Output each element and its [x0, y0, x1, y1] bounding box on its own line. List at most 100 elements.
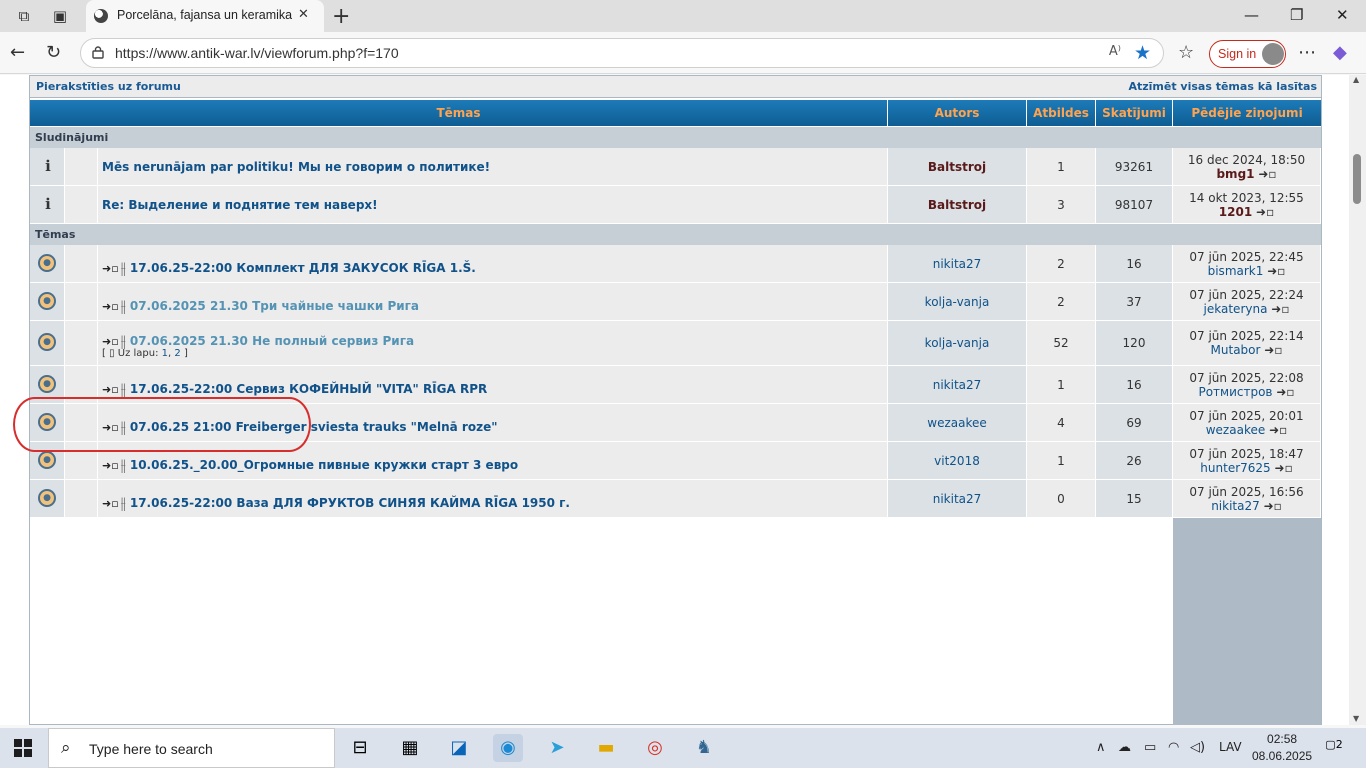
favorites-icon[interactable]: ☆	[1178, 43, 1194, 63]
last-post-date: 07 jūn 2025, 22:08	[1189, 371, 1304, 385]
notification-count: 2	[1335, 738, 1343, 751]
wifi-icon[interactable]: ◠	[1168, 740, 1179, 755]
last-post-date: 07 jūn 2025, 18:47	[1189, 447, 1304, 461]
page-scrollbar[interactable]: ▲ ▼	[1349, 75, 1366, 725]
refresh-icon[interactable]: ↻	[46, 43, 61, 63]
goto-last-post-icon[interactable]: ➜▫	[1264, 343, 1282, 357]
last-post-user[interactable]: Ротмистров	[1198, 385, 1272, 399]
attachment-icon: ⫲	[120, 493, 126, 512]
last-post-user[interactable]: nikita27	[1211, 499, 1260, 513]
clock[interactable]: 02:58 08.06.2025	[1252, 731, 1312, 765]
page-link[interactable]: 2	[174, 348, 180, 359]
back-icon[interactable]: ←	[10, 43, 25, 63]
favorite-star-icon[interactable]: ★	[1134, 42, 1151, 64]
author-link[interactable]: nikita27	[933, 257, 982, 271]
close-tab-icon[interactable]: ✕	[298, 7, 309, 22]
views-count: 93261	[1114, 159, 1154, 174]
new-tab-icon[interactable]: +	[332, 4, 350, 29]
author-link[interactable]: wezaakee	[927, 416, 987, 430]
last-post-user[interactable]: 1201	[1219, 205, 1252, 219]
goto-last-post-icon[interactable]: ➜▫	[1258, 167, 1276, 181]
copilot-icon[interactable]: ◆	[1333, 43, 1347, 63]
browser-tab[interactable]: Porcelāna, fajansa un keramikas iz ✕	[86, 0, 324, 32]
goto-last-post-icon[interactable]: ➜▫	[1264, 499, 1282, 513]
topic-folder-icon: ●	[38, 333, 56, 351]
topic-title-link[interactable]: 17.06.25-22:00 Сервиз КОФЕЙНЫЙ "VITA" RĪ…	[130, 382, 487, 396]
new-post-icon[interactable]: ➜▫	[102, 497, 119, 510]
scroll-down-icon[interactable]: ▼	[1353, 714, 1359, 723]
author-link[interactable]: kolja-vanja	[925, 295, 990, 309]
tab-actions-icon[interactable]: ▣	[50, 6, 70, 26]
file-explorer-icon[interactable]: ▬	[591, 734, 621, 762]
topic-title-link[interactable]: Re: Выделение и поднятие тем наверх!	[102, 198, 378, 212]
scroll-up-icon[interactable]: ▲	[1353, 75, 1359, 84]
outlook-icon[interactable]: ◪	[444, 734, 474, 762]
last-post-date: 07 jūn 2025, 22:45	[1189, 250, 1304, 264]
topic-title-link[interactable]: 07.06.2025 21.30 Три чайные чашки Рига	[130, 299, 419, 313]
topic-title-link[interactable]: 07.06.2025 21.30 Не полный сервиз Рига	[130, 334, 414, 348]
login-link[interactable]: Pierakstīties uz forumu	[36, 80, 181, 93]
chrome-icon[interactable]: ◎	[640, 734, 670, 762]
last-post-user[interactable]: bmg1	[1216, 167, 1254, 181]
last-post-user[interactable]: Mutabor	[1211, 343, 1261, 357]
edge-icon[interactable]: ◉	[493, 734, 523, 762]
topic-row: ● ➜▫ ⫲ 17.06.25-22:00 Ваза ДЛЯ ФРУКТОВ СИН…	[30, 480, 1321, 518]
topic-folder-icon: ●	[38, 489, 56, 507]
topic-title-link[interactable]: 17.06.25-22:00 Комплект ДЛЯ ЗАКУСОК RĪGA…	[130, 261, 476, 275]
topic-title-link[interactable]: Mēs nerunājam par politiku! Мы не говори…	[102, 160, 490, 174]
topic-title-link[interactable]: 17.06.25-22:00 Ваза ДЛЯ ФРУКТОВ СИНЯЯ КА…	[130, 496, 570, 510]
task-view-icon[interactable]: ⊟	[345, 734, 375, 762]
page-link[interactable]: 1	[162, 348, 168, 359]
last-post-user[interactable]: jekateryna	[1204, 302, 1268, 316]
topic-title-link[interactable]: 10.06.25._20.00_Огромные пивные кружки с…	[130, 458, 518, 472]
url-text[interactable]: https://www.antik-war.lv/viewforum.php?f…	[115, 45, 399, 61]
telegram-icon[interactable]: ➤	[542, 734, 572, 762]
new-post-icon[interactable]: ➜▫	[102, 459, 119, 472]
taskbar-search[interactable]: ⌕ Type here to search	[48, 728, 335, 768]
author-link[interactable]: nikita27	[933, 378, 982, 392]
sign-in-button[interactable]: Sign in	[1209, 40, 1286, 68]
windows-start-icon[interactable]	[14, 739, 32, 757]
last-post-user[interactable]: wezaakee	[1206, 423, 1266, 437]
views-count: 98107	[1114, 197, 1154, 212]
goto-last-post-icon[interactable]: ➜▫	[1275, 461, 1293, 475]
author-link[interactable]: nikita27	[933, 492, 982, 506]
tray-expand-icon[interactable]: ∧	[1096, 740, 1106, 755]
sidebar-filler	[1173, 518, 1321, 725]
new-post-icon[interactable]: ➜▫	[102, 300, 119, 313]
mark-read-link[interactable]: Atzīmēt visas tēmas kā lasītas	[1128, 80, 1317, 93]
author-link[interactable]: kolja-vanja	[925, 336, 990, 350]
read-aloud-icon[interactable]: A⁾	[1109, 44, 1121, 59]
close-window-icon[interactable]: ✕	[1336, 6, 1349, 24]
goto-last-post-icon[interactable]: ➜▫	[1256, 205, 1274, 219]
new-post-icon[interactable]: ➜▫	[102, 383, 119, 396]
more-menu-icon[interactable]: ⋯	[1298, 43, 1316, 63]
workspaces-icon[interactable]: ⧉	[14, 6, 34, 26]
author-link[interactable]: Baltstroj	[928, 160, 986, 174]
network-off-icon[interactable]: ☁	[1118, 740, 1131, 755]
sign-in-label: Sign in	[1218, 47, 1257, 61]
goto-last-post-icon[interactable]: ➜▫	[1271, 302, 1289, 316]
calculator-icon[interactable]: ▦	[395, 734, 425, 762]
restore-icon[interactable]: ❐	[1290, 6, 1303, 24]
search-icon: ⌕	[61, 738, 71, 758]
scrollbar-thumb[interactable]	[1353, 154, 1361, 204]
notifications-icon[interactable]: ▢2	[1324, 738, 1344, 758]
last-post-user[interactable]: bismark1	[1208, 264, 1264, 278]
author-link[interactable]: Baltstroj	[928, 198, 986, 212]
new-post-icon[interactable]: ➜▫	[102, 335, 119, 348]
minimize-icon[interactable]: —	[1244, 6, 1259, 24]
goto-last-post-icon[interactable]: ➜▫	[1269, 423, 1287, 437]
new-post-icon[interactable]: ➜▫	[102, 262, 119, 275]
language-indicator[interactable]: LAV	[1219, 740, 1242, 754]
postgres-icon[interactable]: ♞	[689, 734, 719, 762]
last-post-user[interactable]: hunter7625	[1200, 461, 1270, 475]
address-bar[interactable]: https://www.antik-war.lv/viewforum.php?f…	[80, 38, 1164, 68]
battery-icon[interactable]: ▭	[1144, 740, 1156, 755]
replies-count: 0	[1057, 491, 1065, 506]
last-post-date: 07 jūn 2025, 22:14	[1189, 329, 1304, 343]
goto-last-post-icon[interactable]: ➜▫	[1267, 264, 1285, 278]
goto-last-post-icon[interactable]: ➜▫	[1276, 385, 1294, 399]
author-link[interactable]: vit2018	[934, 454, 980, 468]
volume-icon[interactable]: ◁)	[1190, 740, 1205, 755]
